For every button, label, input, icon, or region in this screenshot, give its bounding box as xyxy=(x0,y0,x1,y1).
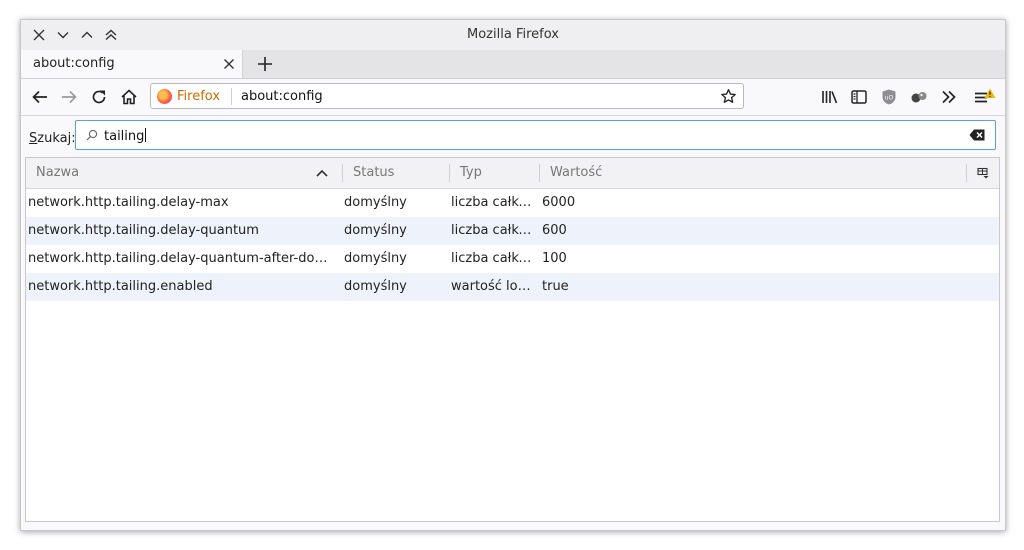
pref-value: 600 xyxy=(542,223,567,238)
pref-type: wartość logi… xyxy=(451,279,535,294)
column-header-type[interactable]: Typ xyxy=(460,158,482,188)
column-divider[interactable] xyxy=(966,164,967,182)
url-bar[interactable]: Firefox about:config xyxy=(150,83,744,109)
url-separator xyxy=(231,88,232,105)
browser-window: Mozilla Firefox about:config Firefox abo xyxy=(20,19,1006,531)
search-label-text: zukaj: xyxy=(37,131,76,146)
pref-value: 100 xyxy=(542,251,567,266)
double-chevron-right-icon xyxy=(942,90,956,104)
firefox-logo-icon xyxy=(157,89,172,104)
overflow-menu-button[interactable] xyxy=(940,88,958,106)
table-header: Nazwa Status Typ Wartość xyxy=(26,158,999,189)
pref-value: 6000 xyxy=(542,195,576,210)
pref-status: domyślny xyxy=(344,251,407,266)
table-row[interactable]: network.http.tailing.delay-max domyślny … xyxy=(26,189,999,217)
ublock-shield-icon: uO xyxy=(882,89,896,105)
search-input[interactable]: tailing xyxy=(75,120,996,150)
url-input[interactable]: about:config xyxy=(241,89,323,104)
reload-icon xyxy=(92,90,106,104)
forward-button[interactable] xyxy=(60,88,78,106)
pref-name: network.http.tailing.enabled xyxy=(28,279,213,294)
close-tab-icon[interactable] xyxy=(223,58,235,70)
bookmark-star-icon[interactable] xyxy=(720,88,737,105)
table-row[interactable]: network.http.tailing.enabled domyślny wa… xyxy=(26,273,999,301)
search-value[interactable]: tailing xyxy=(104,128,146,144)
title-bar: Mozilla Firefox xyxy=(21,20,1005,50)
column-divider[interactable] xyxy=(539,164,540,182)
column-divider[interactable] xyxy=(342,164,343,182)
arrow-left-icon xyxy=(32,90,47,104)
new-tab-icon[interactable] xyxy=(256,55,274,73)
column-divider[interactable] xyxy=(449,164,450,182)
pref-type: liczba całko… xyxy=(451,251,535,266)
column-picker-icon[interactable] xyxy=(977,167,989,179)
pref-type: liczba całko… xyxy=(451,223,535,238)
identity-box[interactable]: Firefox xyxy=(157,88,220,105)
table-row[interactable]: network.http.tailing.delay-quantum-after… xyxy=(26,245,999,273)
tab-bar: about:config xyxy=(21,50,1005,79)
pref-status: domyślny xyxy=(344,279,407,294)
search-label: Szukaj: xyxy=(29,131,76,146)
pref-name: network.http.tailing.delay-max xyxy=(28,195,229,210)
sort-ascending-icon[interactable] xyxy=(316,168,328,178)
column-header-name[interactable]: Nazwa xyxy=(36,158,79,188)
back-button[interactable] xyxy=(31,88,49,106)
navigation-toolbar: Firefox about:config uO xyxy=(21,79,1005,116)
column-header-status[interactable]: Status xyxy=(353,158,394,188)
pref-status: domyślny xyxy=(344,223,407,238)
pref-name: network.http.tailing.delay-quantum xyxy=(28,223,259,238)
pref-status: domyślny xyxy=(344,195,407,210)
extension-button[interactable] xyxy=(910,88,928,106)
home-button[interactable] xyxy=(120,88,138,106)
identity-label: Firefox xyxy=(177,89,221,104)
window-title: Mozilla Firefox xyxy=(467,27,559,42)
pref-value: true xyxy=(542,279,569,294)
home-icon xyxy=(121,89,137,105)
tab-about-config[interactable]: about:config xyxy=(21,50,243,78)
library-icon xyxy=(822,91,838,104)
search-icon xyxy=(86,129,98,141)
pref-name: network.http.tailing.delay-quantum-after… xyxy=(28,251,340,266)
hamburger-menu-icon xyxy=(975,88,996,103)
extension-icon xyxy=(911,92,927,103)
clear-search-icon[interactable] xyxy=(969,129,985,141)
tab-label: about:config xyxy=(33,56,115,71)
ublock-button[interactable]: uO xyxy=(880,88,898,106)
sidebar-button[interactable] xyxy=(850,88,868,106)
pref-type: liczba całko… xyxy=(451,195,535,210)
preferences-table[interactable]: Nazwa Status Typ Wartość network.http.ta… xyxy=(25,157,1000,522)
column-header-value[interactable]: Wartość xyxy=(550,158,602,188)
svg-text:uO: uO xyxy=(885,95,894,102)
about-config-page: Szukaj: tailing Nazwa Status Typ Wartość xyxy=(21,116,1005,530)
library-button[interactable] xyxy=(821,88,839,106)
arrow-right-icon xyxy=(62,90,77,104)
reload-button[interactable] xyxy=(90,88,108,106)
table-body: network.http.tailing.delay-max domyślny … xyxy=(26,189,999,301)
table-row[interactable]: network.http.tailing.delay-quantum domyś… xyxy=(26,217,999,245)
main-menu-button[interactable] xyxy=(973,88,997,106)
sidebar-icon xyxy=(851,90,867,104)
